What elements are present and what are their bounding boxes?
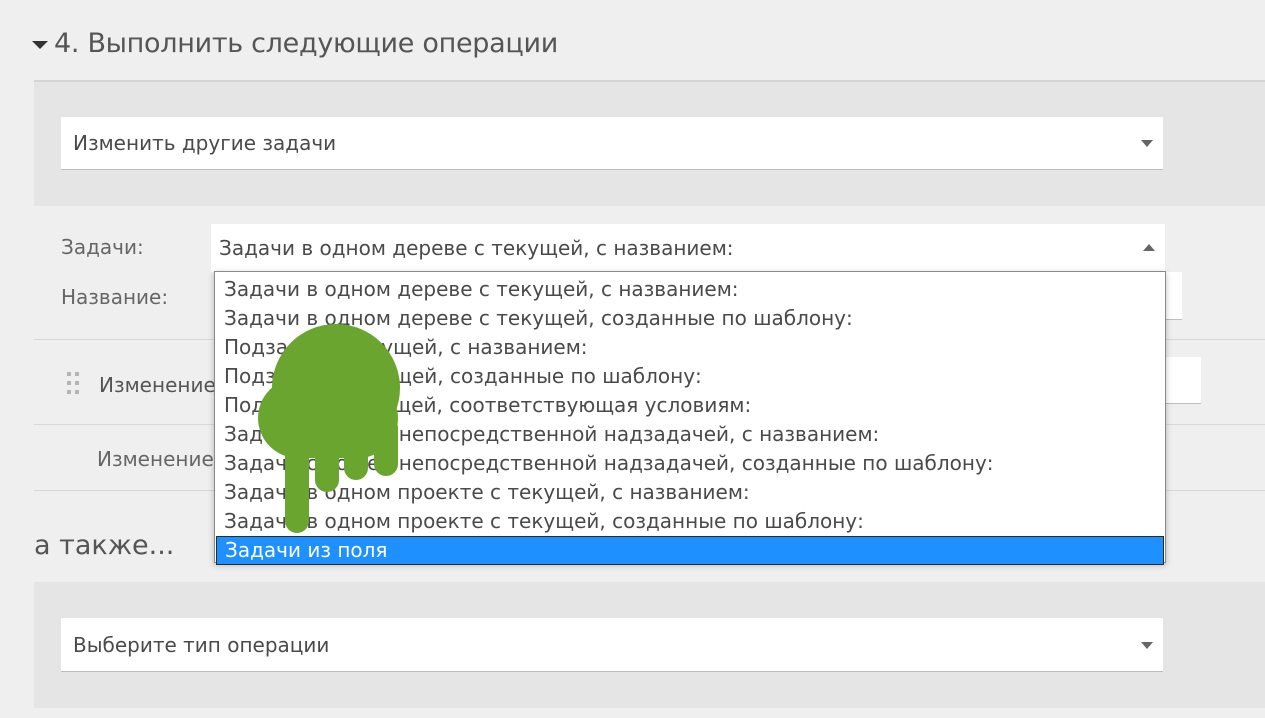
dropdown-option[interactable]: Задачи в одном дереве с текущей, с назва…	[215, 275, 1165, 304]
operation-type-select[interactable]: Изменить другие задачи	[61, 117, 1163, 170]
new-operation-placeholder: Выберите тип операции	[73, 632, 330, 657]
change-1-label: Изменение	[99, 373, 216, 397]
hand-pointer-icon	[258, 324, 400, 533]
caret-down-icon[interactable]	[32, 41, 48, 49]
tasks-select-value: Задачи в одном дереве с текущей, с назва…	[219, 236, 734, 260]
chevron-down-icon	[1141, 641, 1153, 649]
new-operation-select[interactable]: Выберите тип операции	[61, 618, 1163, 672]
chevron-up-icon	[1143, 244, 1155, 251]
section-title: 4. Выполнить следующие операции	[54, 28, 558, 59]
name-label: Название:	[61, 285, 169, 309]
section-header[interactable]: 4. Выполнить следующие операции	[32, 28, 558, 59]
change-1-select[interactable]	[1160, 357, 1201, 404]
operation-type-value: Изменить другие задачи	[73, 131, 337, 155]
tasks-label: Задачи:	[61, 235, 144, 259]
drag-handle-icon[interactable]	[67, 372, 79, 396]
also-label: а также...	[34, 530, 175, 561]
dropdown-option-highlighted[interactable]: Задачи из поля	[216, 536, 1164, 565]
change-2-label: Изменение	[97, 447, 214, 471]
tasks-select[interactable]: Задачи в одном дереве с текущей, с назва…	[211, 224, 1165, 272]
chevron-down-icon	[1141, 140, 1153, 147]
